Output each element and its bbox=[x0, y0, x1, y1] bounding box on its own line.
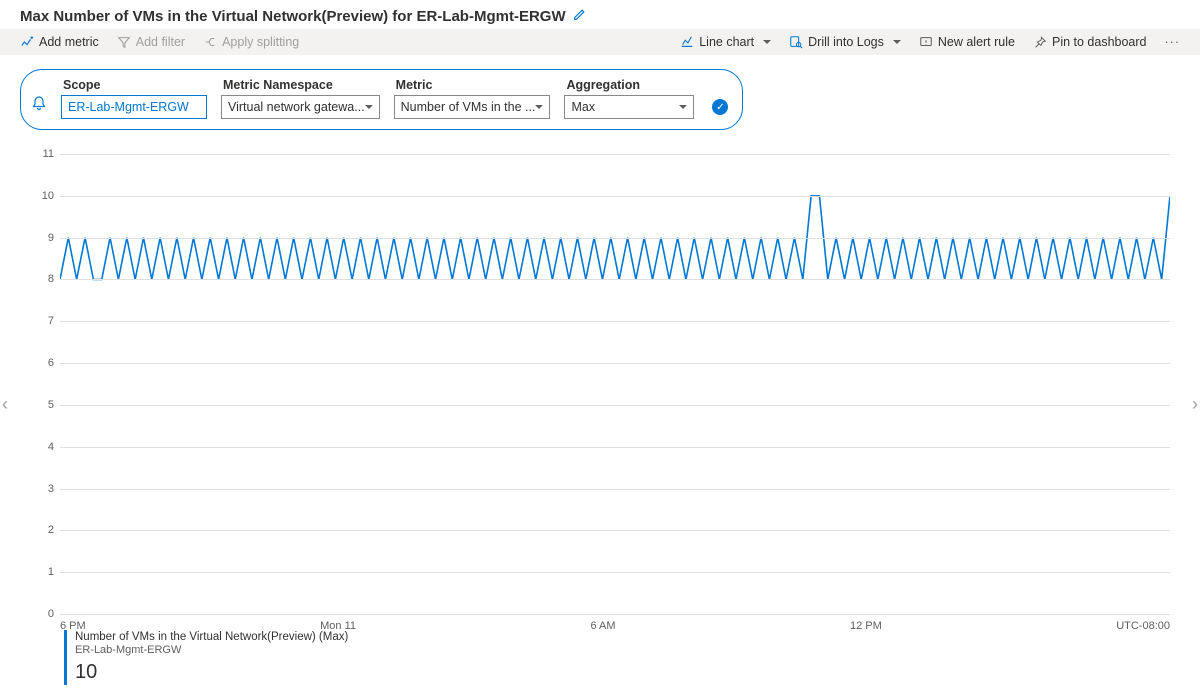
x-axis-labels: 6 PMMon 116 AM12 PMUTC-08:00 bbox=[60, 620, 1170, 632]
chevron-down-icon bbox=[365, 100, 373, 114]
scope-selector[interactable]: ER-Lab-Mgmt-ERGW bbox=[61, 95, 207, 119]
add-filter-button[interactable]: Add filter bbox=[117, 35, 185, 49]
scope-label: Scope bbox=[61, 78, 207, 92]
prev-time-button[interactable]: ‹ bbox=[2, 394, 8, 415]
bell-icon bbox=[31, 96, 47, 115]
metric-selector[interactable]: Number of VMs in the ... bbox=[394, 95, 551, 119]
chevron-down-icon bbox=[535, 100, 543, 114]
legend-value: 10 bbox=[75, 660, 1180, 685]
legend-resource-name: ER-Lab-Mgmt-ERGW bbox=[75, 644, 1180, 658]
next-time-button[interactable]: › bbox=[1192, 394, 1198, 415]
legend-series-name: Number of VMs in the Virtual Network(Pre… bbox=[75, 630, 1180, 644]
aggregation-selector[interactable]: Max bbox=[564, 95, 694, 119]
toolbar: Add metric Add filter Apply splitting Li… bbox=[0, 29, 1200, 55]
new-alert-rule-button[interactable]: New alert rule bbox=[919, 35, 1015, 49]
drill-into-logs-button[interactable]: Drill into Logs bbox=[789, 35, 901, 49]
apply-splitting-button[interactable]: Apply splitting bbox=[203, 35, 299, 49]
aggregation-label: Aggregation bbox=[564, 78, 694, 92]
chart-type-dropdown[interactable]: Line chart bbox=[680, 35, 771, 49]
add-metric-button[interactable]: Add metric bbox=[20, 35, 99, 49]
metrics-chart[interactable]: 01234567891011 bbox=[60, 154, 1170, 614]
chart-legend: Number of VMs in the Virtual Network(Pre… bbox=[64, 630, 1180, 685]
more-actions-button[interactable]: ··· bbox=[1165, 35, 1181, 49]
edit-title-icon[interactable] bbox=[572, 8, 586, 25]
metric-label: Metric bbox=[394, 78, 551, 92]
page-title: Max Number of VMs in the Virtual Network… bbox=[20, 8, 566, 25]
metric-namespace-label: Metric Namespace bbox=[221, 78, 380, 92]
check-icon[interactable]: ✓ bbox=[712, 99, 728, 115]
metric-config-pill: Scope ER-Lab-Mgmt-ERGW Metric Namespace … bbox=[20, 69, 743, 130]
metric-namespace-selector[interactable]: Virtual network gatewa... bbox=[221, 95, 380, 119]
pin-to-dashboard-button[interactable]: Pin to dashboard bbox=[1033, 35, 1147, 49]
chevron-down-icon bbox=[679, 100, 687, 114]
